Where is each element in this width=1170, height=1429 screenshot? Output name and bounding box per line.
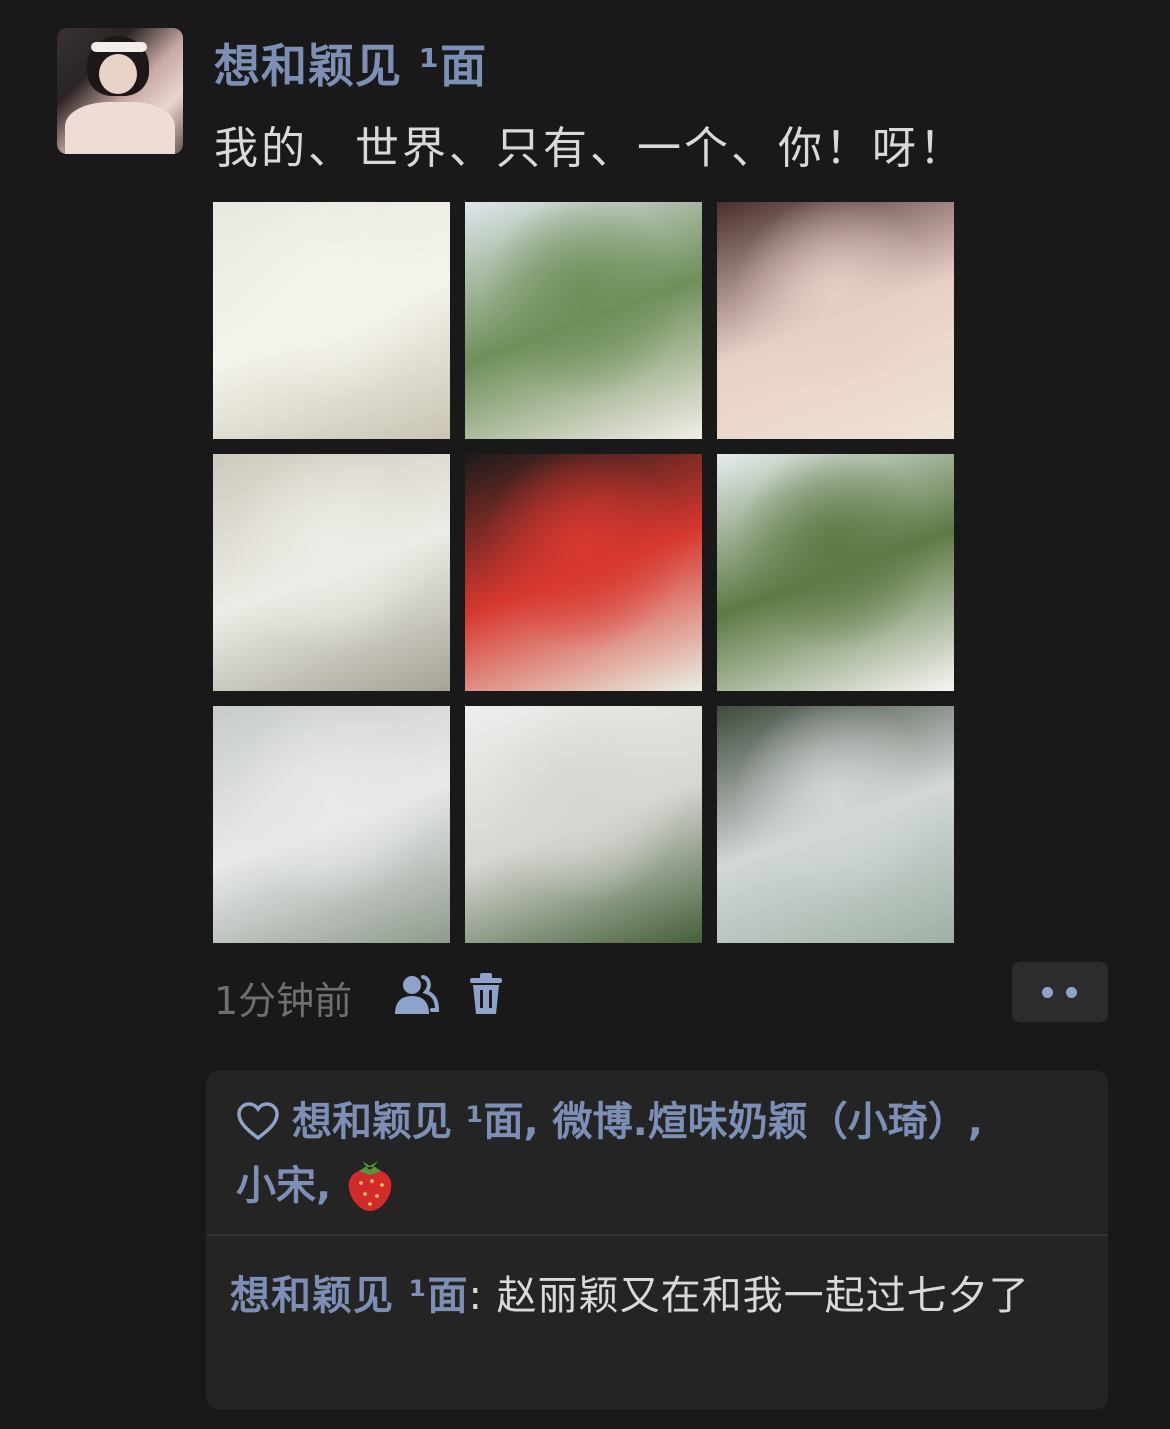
hands-under-veil-photo[interactable]: [717, 706, 954, 943]
photo-grid: [213, 202, 955, 944]
comment-item[interactable]: 想和颖见 ¹面: 赵丽颖又在和我一起过七夕了: [230, 1264, 1080, 1328]
post-meta-row: 1分钟前: [214, 962, 1108, 1023]
likes-comments-divider: [206, 1234, 1108, 1236]
visibility-group-icon[interactable]: [392, 972, 440, 1016]
likes-comments-box: 想和颖见 ¹面, 微博.煊味奶颖（小琦）, 小宋, 想和颖见 ¹面: 赵丽颖又在…: [206, 1070, 1108, 1410]
garden-wedding-arch-photo[interactable]: [717, 454, 954, 691]
wedding-arch-seaside-photo[interactable]: [465, 202, 702, 439]
more-dot-icon: [1066, 987, 1077, 998]
avatar-face: [99, 54, 137, 94]
bride-veil-photo[interactable]: [213, 202, 450, 439]
comment-text: 赵丽颖又在和我一起过七夕了: [496, 1273, 1030, 1319]
strawberry-avatar-icon[interactable]: [345, 1157, 395, 1213]
avatar-figure: [65, 102, 175, 154]
red-xi-and-flowers-photo[interactable]: [465, 454, 702, 691]
post-author-name[interactable]: 想和颖见 ¹面: [214, 30, 487, 96]
white-draped-table-photo[interactable]: [465, 706, 702, 943]
like-names-line1[interactable]: 想和颖见 ¹面, 微博.煊味奶颖（小琦）,: [292, 1099, 983, 1145]
heart-outline-icon: [237, 1102, 279, 1141]
post-time: 1分钟前: [214, 979, 353, 1023]
bouquet-on-table-photo[interactable]: [213, 454, 450, 691]
post-text: 我的、世界、只有、一个、你！呀！: [214, 123, 966, 174]
comment-separator: :: [468, 1273, 497, 1319]
likes-list: 想和颖见 ¹面, 微博.煊味奶颖（小琦）, 小宋,: [236, 1090, 1086, 1218]
trash-icon[interactable]: [468, 972, 504, 1016]
like-names-line2[interactable]: 小宋,: [236, 1163, 331, 1209]
shoes-and-veil-photo[interactable]: [213, 706, 450, 943]
more-actions-button[interactable]: [1012, 962, 1108, 1022]
author-avatar[interactable]: [57, 28, 183, 154]
bride-selfie-photo[interactable]: [717, 202, 954, 439]
comment-author[interactable]: 想和颖见 ¹面: [230, 1273, 468, 1319]
avatar-headband: [91, 42, 147, 52]
more-dot-icon: [1042, 987, 1053, 998]
